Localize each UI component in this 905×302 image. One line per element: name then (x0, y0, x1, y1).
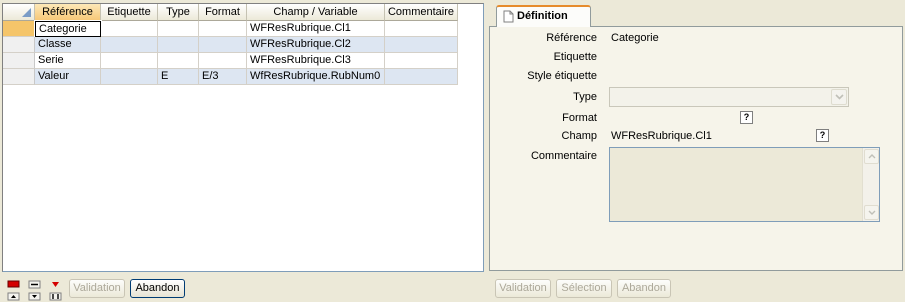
grid-corner[interactable] (3, 4, 35, 21)
commentaire-scrollbar[interactable] (862, 148, 879, 221)
scroll-down-icon[interactable] (864, 205, 879, 220)
tab-definition-label: Définition (517, 10, 568, 22)
cell-commentaire[interactable] (385, 21, 458, 37)
cell-commentaire[interactable] (385, 69, 458, 85)
cell-format[interactable]: E/3 (199, 69, 247, 85)
document-icon (503, 10, 514, 30)
format-label: Format (562, 112, 597, 124)
definition-validation-button[interactable]: Validation (495, 279, 551, 298)
column-header-etiquette[interactable]: Etiquette (101, 4, 158, 21)
type-label: Type (573, 91, 597, 103)
cell-reference[interactable]: Valeur (35, 69, 101, 85)
cell-champ[interactable]: WFResRubrique.Cl2 (247, 37, 385, 53)
cell-type[interactable]: E (158, 69, 199, 85)
move-up-icon[interactable] (6, 291, 20, 301)
format-help-icon[interactable]: ? (740, 111, 753, 124)
insert-row-icon[interactable] (27, 279, 41, 289)
column-header-champ-variable[interactable]: Champ / Variable (247, 4, 385, 21)
cell-etiquette[interactable] (101, 69, 158, 85)
reference-value: Categorie (611, 32, 659, 44)
champ-label: Champ (561, 130, 597, 142)
cell-type[interactable] (158, 53, 199, 69)
selection-button[interactable]: Sélection (556, 279, 612, 298)
cell-champ[interactable]: WfResRubrique.RubNum0 (247, 69, 385, 85)
sort-icon[interactable] (48, 291, 62, 301)
champ-help-icon[interactable]: ? (816, 129, 829, 142)
column-header-type[interactable]: Type (158, 4, 199, 21)
move-down-icon[interactable] (27, 291, 41, 301)
grid-header-row: Référence Etiquette Type Format Champ / … (3, 4, 458, 21)
cell-format[interactable] (199, 21, 247, 37)
cell-champ[interactable]: WFResRubrique.Cl1 (247, 21, 385, 37)
reference-label: Référence (546, 32, 597, 44)
cell-type[interactable] (158, 37, 199, 53)
commentaire-label: Commentaire (530, 150, 597, 162)
champ-value: WFResRubrique.Cl1 (611, 130, 712, 142)
cell-reference[interactable]: Categorie (34, 20, 102, 38)
commentaire-textarea[interactable] (609, 147, 880, 222)
table-row[interactable]: Classe WFResRubrique.Cl2 (3, 37, 458, 53)
type-select[interactable] (609, 87, 849, 107)
column-header-reference[interactable]: Référence (35, 4, 101, 21)
table-row[interactable]: Valeur E E/3 WfResRubrique.RubNum0 (3, 69, 458, 85)
move-down-red-icon[interactable] (48, 279, 62, 289)
style-etiquette-label: Style étiquette (527, 70, 597, 82)
tab-definition[interactable]: Définition (496, 5, 591, 27)
cell-reference[interactable]: Serie (35, 53, 101, 69)
table-row[interactable]: Categorie WFResRubrique.Cl1 (3, 20, 458, 38)
cell-etiquette[interactable] (101, 53, 158, 69)
cell-type[interactable] (158, 21, 199, 37)
cell-reference[interactable]: Classe (35, 37, 101, 53)
row-selector[interactable] (3, 69, 35, 85)
cell-format[interactable] (199, 37, 247, 53)
column-header-commentaire[interactable]: Commentaire (385, 4, 458, 21)
row-selector[interactable] (3, 37, 35, 53)
chevron-down-icon[interactable] (831, 89, 847, 105)
table-row[interactable]: Serie WFResRubrique.Cl3 (3, 53, 458, 69)
select-all-icon (22, 8, 31, 17)
scroll-up-icon[interactable] (864, 149, 879, 164)
fields-grid[interactable]: Référence Etiquette Type Format Champ / … (2, 3, 484, 272)
cell-etiquette[interactable] (101, 21, 158, 37)
cell-champ[interactable]: WFResRubrique.Cl3 (247, 53, 385, 69)
cell-commentaire[interactable] (385, 53, 458, 69)
definition-abandon-button[interactable]: Abandon (617, 279, 671, 298)
column-header-format[interactable]: Format (199, 4, 247, 21)
validation-button[interactable]: Validation (69, 279, 125, 298)
cell-etiquette[interactable] (101, 37, 158, 53)
delete-row-icon[interactable] (6, 279, 20, 289)
etiquette-label: Etiquette (553, 51, 597, 63)
cell-format[interactable] (199, 53, 247, 69)
cell-commentaire[interactable] (385, 37, 458, 53)
row-selector[interactable] (3, 53, 35, 69)
row-selector-current[interactable] (3, 21, 35, 37)
abandon-button[interactable]: Abandon (130, 279, 185, 298)
